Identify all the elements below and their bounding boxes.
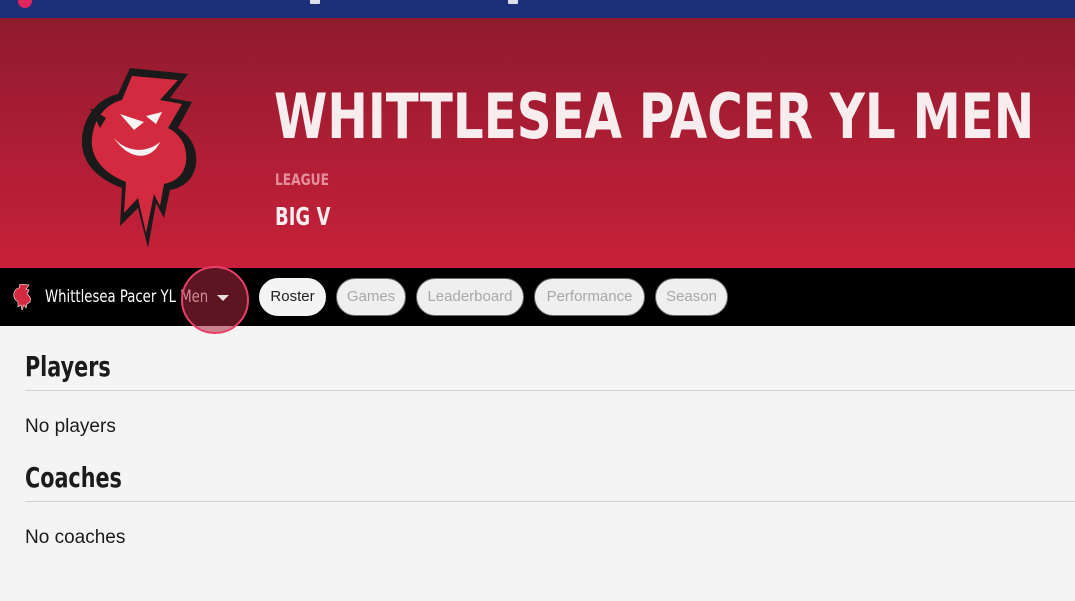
app-favicon-icon: [18, 0, 32, 8]
tab-roster[interactable]: Roster: [259, 278, 326, 316]
players-empty-message: No players: [25, 416, 116, 437]
toolbar-icon: [508, 0, 518, 4]
coaches-empty-message: No coaches: [25, 527, 126, 548]
coaches-heading: Coaches: [25, 461, 122, 494]
devil-mascot-small-icon: [13, 284, 31, 310]
players-divider: [25, 390, 1075, 391]
roster-content: Players No players Coaches No coaches: [0, 326, 1075, 601]
browser-toolbar-strip: [0, 0, 1075, 18]
tab-games[interactable]: Games: [336, 278, 406, 316]
tab-season[interactable]: Season: [655, 278, 728, 316]
team-navigation-bar: Whittlesea Pacer YL Men Roster Games Lea…: [0, 266, 1075, 334]
league-value: BIG V: [275, 202, 331, 231]
devil-mascot-logo-icon: [81, 68, 197, 248]
team-title: WHITTLESEA PACER YL MEN: [274, 80, 1035, 153]
toolbar-icon: [310, 0, 320, 4]
coaches-divider: [25, 501, 1075, 502]
players-heading: Players: [25, 350, 111, 383]
league-label: LEAGUE: [275, 170, 329, 189]
tab-leaderboard[interactable]: Leaderboard: [416, 278, 524, 316]
tab-performance[interactable]: Performance: [534, 278, 645, 316]
team-hero-banner: WHITTLESEA PACER YL MEN LEAGUE BIG V: [0, 18, 1075, 268]
caret-down-icon: [217, 295, 229, 301]
